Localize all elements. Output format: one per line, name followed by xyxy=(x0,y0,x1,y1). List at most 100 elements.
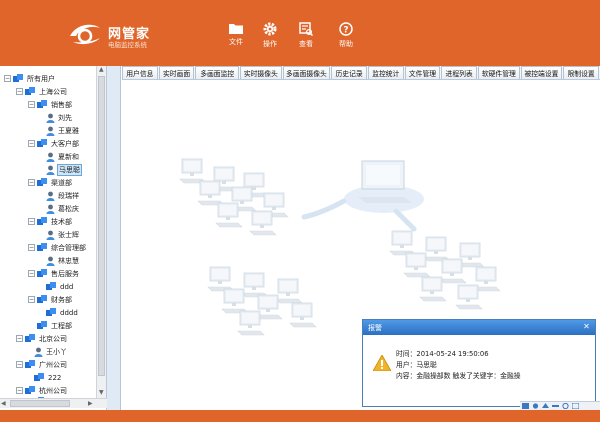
group-icon xyxy=(46,308,56,316)
tree-node-group[interactable]: − 上海公司 xyxy=(16,85,68,98)
tab-realtime-camera[interactable]: 实时摄像头 xyxy=(240,66,282,79)
logo-subtitle: 电脑监控系统 xyxy=(108,41,147,49)
tree-vertical-scrollbar[interactable]: ▲ ▼ xyxy=(96,66,106,398)
group-icon xyxy=(37,178,47,186)
tree-node-user[interactable]: 王小丫 xyxy=(34,345,68,358)
tree-node-group[interactable]: − 北京公司 xyxy=(16,332,68,345)
tree-node-user[interactable]: 刘先 xyxy=(46,111,73,124)
tree-node-user[interactable]: 段瑞祥 xyxy=(46,189,80,202)
group-icon xyxy=(37,139,47,147)
tree-node-user[interactable]: 张士辉 xyxy=(46,228,80,241)
tab-multi-screen[interactable]: 多画面监控 xyxy=(195,66,239,79)
status-tray xyxy=(520,401,600,410)
tree-node-user[interactable]: 王夏雅 xyxy=(46,124,80,137)
tree-node-group[interactable]: − 销售部 xyxy=(28,98,73,111)
group-icon xyxy=(37,321,47,329)
tab-user-info[interactable]: 用户信息 xyxy=(122,66,158,79)
user-icon xyxy=(46,204,55,214)
tree-node-group[interactable]: − 大客户部 xyxy=(28,137,80,150)
warning-icon xyxy=(373,355,391,371)
collapse-icon[interactable]: − xyxy=(28,179,35,186)
tab-process-list[interactable]: 进程列表 xyxy=(441,66,477,79)
scroll-left-arrow-icon[interactable]: ◀ xyxy=(1,400,6,407)
tray-icon[interactable] xyxy=(522,403,529,409)
tree-node-group[interactable]: − 技术部 xyxy=(28,215,73,228)
collapse-icon[interactable]: − xyxy=(16,387,23,394)
menu-operate-label: 操作 xyxy=(263,40,277,48)
tree-node-group[interactable]: − 渠道部 xyxy=(28,176,73,189)
tab-client-settings[interactable]: 被控端设置 xyxy=(520,66,563,79)
alert-title-bar[interactable]: 报警 ✕ xyxy=(363,320,595,335)
group-icon xyxy=(37,100,47,108)
tree-node-group[interactable]: − 综合管理部 xyxy=(28,241,87,254)
collapse-icon[interactable]: − xyxy=(28,140,35,147)
scroll-down-arrow-icon[interactable]: ▼ xyxy=(99,389,104,396)
alert-user: 用户：马思聪 xyxy=(396,361,437,369)
collapse-icon[interactable]: − xyxy=(16,88,23,95)
group-icon xyxy=(37,269,47,277)
alert-title: 报警 xyxy=(368,323,382,332)
app-logo: 网管家 电脑监控系统 xyxy=(68,22,170,49)
tree-node-group[interactable]: dddd xyxy=(46,306,79,319)
tree-node-user-selected[interactable]: 马思聪 xyxy=(46,163,82,176)
collapse-icon[interactable]: − xyxy=(16,335,23,342)
close-icon[interactable]: ✕ xyxy=(581,322,592,332)
collapse-icon[interactable]: − xyxy=(28,101,35,108)
collapse-icon[interactable]: − xyxy=(28,270,35,277)
group-icon xyxy=(25,360,35,368)
panel-splitter[interactable] xyxy=(107,66,121,410)
group-icon xyxy=(34,373,44,381)
function-tabs: 用户信息 实时画面 多画面监控 实时摄像头 多画面摄像头 历史记录 监控统计 文… xyxy=(122,66,600,80)
tree-horizontal-scrollbar[interactable]: ◀ ▶ xyxy=(0,398,107,408)
collapse-icon[interactable]: − xyxy=(4,75,11,82)
alert-content: 内容：金融操部数 触发了关键字：金融操 xyxy=(396,372,521,380)
group-icon xyxy=(25,87,35,95)
alert-body: 时间：2014-05-24 19:50:06 用户：马思聪 内容：金融操部数 触… xyxy=(363,335,595,406)
tree-node-group[interactable]: ddd xyxy=(46,280,74,293)
logo-mark-icon xyxy=(70,24,100,45)
menu-view-label: 查看 xyxy=(299,40,313,48)
tray-icon[interactable] xyxy=(572,403,579,409)
tray-icon[interactable] xyxy=(542,403,549,409)
scroll-up-arrow-icon[interactable]: ▲ xyxy=(99,66,104,73)
tab-realtime-screen[interactable]: 实时画面 xyxy=(158,66,195,79)
collapse-icon[interactable]: − xyxy=(16,361,23,368)
menu-help[interactable]: ? 帮助 xyxy=(326,22,366,49)
tray-icon[interactable] xyxy=(552,403,559,409)
scroll-right-arrow-icon[interactable]: ▶ xyxy=(88,400,93,407)
tree-node-user[interactable]: 葛松庆 xyxy=(46,202,80,215)
menu-help-label: 帮助 xyxy=(339,40,353,48)
tree-node-group[interactable]: − 广州公司 xyxy=(16,358,68,371)
collapse-icon[interactable]: − xyxy=(28,296,35,303)
group-icon xyxy=(37,243,47,251)
group-icon xyxy=(46,282,56,290)
tree-node-group[interactable]: 工程部 xyxy=(37,319,73,332)
tab-hardware[interactable]: 软硬件管理 xyxy=(477,66,520,79)
tree-node-user[interactable]: 夏新和 xyxy=(46,150,80,163)
tree-node-group[interactable]: − 售后服务 xyxy=(28,267,80,280)
gear-icon xyxy=(263,22,277,36)
menu-view[interactable]: 查看 xyxy=(286,22,326,49)
collapse-icon[interactable]: − xyxy=(28,244,35,251)
tree-node-group[interactable]: − 财务部 xyxy=(28,293,73,306)
tab-file-manager[interactable]: 文件管理 xyxy=(404,66,441,79)
header-bar: 网管家 电脑监控系统 文件 操作 查看 ? 帮助 xyxy=(0,0,600,66)
collapse-icon[interactable]: − xyxy=(28,218,35,225)
tree-node-group[interactable]: 222 xyxy=(34,371,62,384)
tab-history[interactable]: 历史记录 xyxy=(331,66,367,79)
tray-icon[interactable] xyxy=(532,403,539,409)
help-icon: ? xyxy=(339,22,353,36)
alert-time: 时间：2014-05-24 19:50:06 xyxy=(396,350,489,358)
tab-restrictions[interactable]: 限制设置 xyxy=(563,66,599,79)
tree-node-user[interactable]: 林忠慧 xyxy=(46,254,80,267)
tab-stats[interactable]: 监控统计 xyxy=(367,66,404,79)
central-monitor-icon xyxy=(344,160,424,213)
tab-multi-camera[interactable]: 多画面摄像头 xyxy=(282,66,331,79)
scroll-thumb[interactable] xyxy=(10,400,70,407)
alert-popup: 报警 ✕ 时间：2014-05-24 19:50:06 用户：马思聪 内容：金融… xyxy=(362,319,596,407)
tree-node-all-users[interactable]: − 所有用户 xyxy=(4,72,56,85)
menu-operate[interactable]: 操作 xyxy=(250,22,290,49)
scroll-thumb[interactable] xyxy=(98,76,105,376)
users-group-icon xyxy=(13,74,23,82)
tray-icon[interactable] xyxy=(562,403,569,409)
